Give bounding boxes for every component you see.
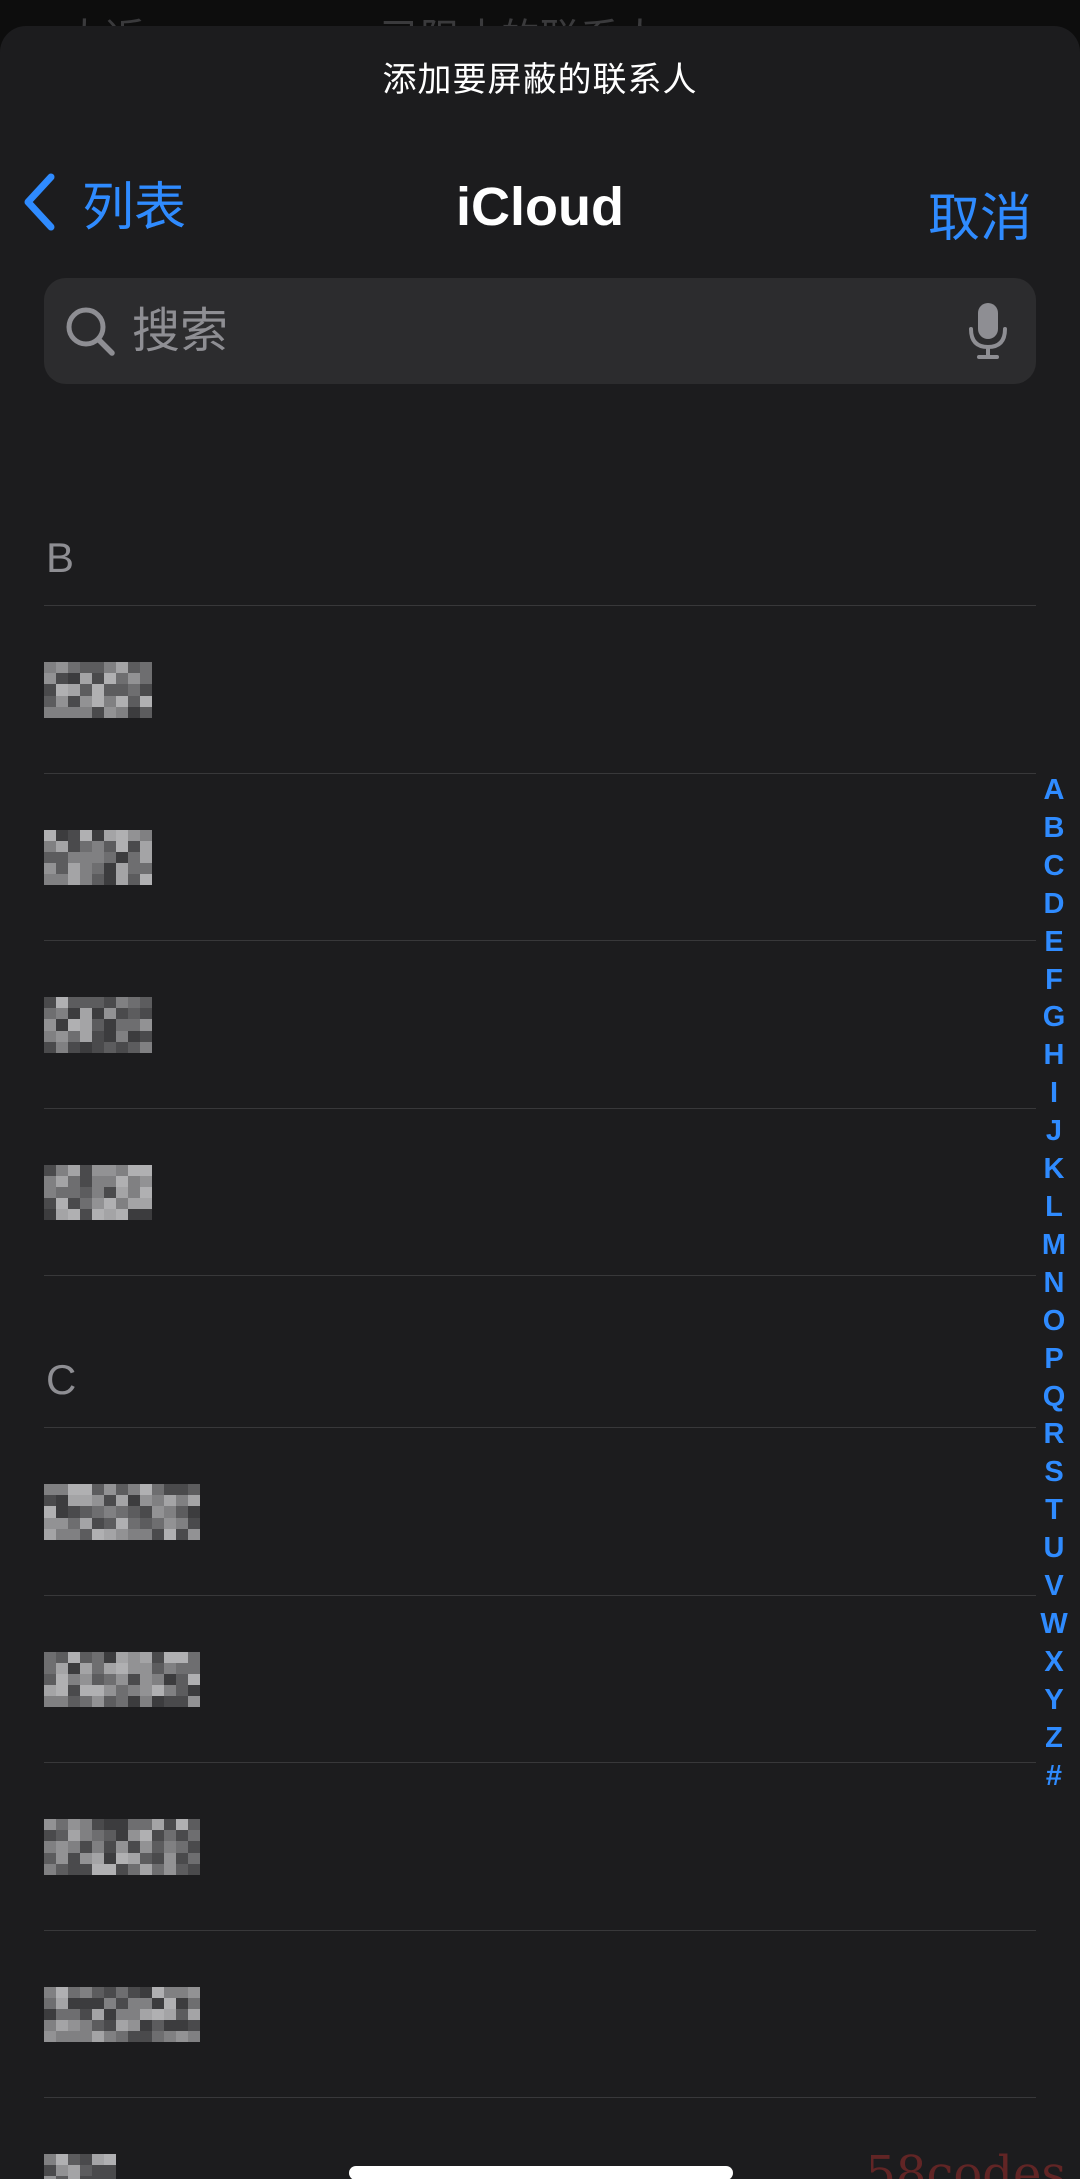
redacted-contact-name [44,662,152,718]
index-letter-q[interactable]: Q [1043,1379,1066,1417]
contact-row[interactable] [0,1596,1080,1764]
index-letter-x[interactable]: X [1044,1644,1063,1682]
section-header-c: C [0,1318,1080,1428]
index-letter-hash[interactable]: # [1046,1758,1062,1796]
page-title: iCloud [456,177,624,237]
index-letter-b[interactable]: B [1044,810,1065,848]
section-header-b: B [0,496,1080,606]
index-letter-v[interactable]: V [1044,1568,1063,1606]
redacted-contact-name [44,1986,200,2043]
section-index[interactable]: A B C D E F G H I J K L M N O P Q R S T U V W X Y Z # [1036,772,1072,1795]
contact-row[interactable] [0,774,1080,942]
index-letter-r[interactable]: R [1044,1416,1065,1454]
index-letter-z[interactable]: Z [1045,1720,1063,1758]
index-letter-c[interactable]: C [1044,848,1065,886]
index-letter-k[interactable]: K [1044,1151,1065,1189]
contact-row[interactable] [0,606,1080,774]
contact-list[interactable]: BC [0,496,1080,2179]
index-letter-u[interactable]: U [1044,1530,1065,1568]
contact-row[interactable] [0,1931,1080,2099]
index-letter-t[interactable]: T [1045,1492,1063,1530]
index-letter-l[interactable]: L [1045,1189,1063,1227]
index-letter-n[interactable]: N [1044,1265,1065,1303]
index-letter-m[interactable]: M [1042,1227,1066,1265]
index-letter-a[interactable]: A [1044,772,1065,810]
cancel-button[interactable]: 取消 [928,176,1032,251]
watermark: 58codes [865,2146,1066,2179]
section-header-label: C [46,1356,77,1403]
section-header-label: B [46,534,75,581]
redacted-contact-name [44,997,152,1053]
search-icon [66,307,115,356]
redacted-contact-name [44,2154,116,2179]
redacted-contact-name [44,1651,200,1708]
contact-row[interactable] [0,1428,1080,1596]
contact-row[interactable] [0,1763,1080,1931]
index-letter-d[interactable]: D [1044,886,1065,924]
index-letter-e[interactable]: E [1044,924,1063,962]
index-letter-o[interactable]: O [1043,1303,1066,1341]
index-letter-j[interactable]: J [1046,1113,1062,1151]
index-letter-f[interactable]: F [1045,962,1063,1000]
contact-picker-sheet: 添加要屏蔽的联系人 列表 iCloud 取消 BC ABCDEFGHIJKLMN… [0,26,1080,2179]
contact-row[interactable] [0,941,1080,1109]
microphone-icon[interactable] [966,301,1010,361]
index-letter-p[interactable]: P [1044,1341,1063,1379]
contact-row[interactable] [0,1109,1080,1277]
redacted-contact-name [44,1819,200,1875]
redacted-contact-name [44,1484,200,1540]
index-letter-g[interactable]: G [1043,999,1066,1037]
redacted-contact-name [44,1164,152,1221]
index-letter-i[interactable]: I [1050,1075,1058,1113]
index-letter-h[interactable]: H [1044,1037,1065,1075]
index-letter-s[interactable]: S [1044,1454,1063,1492]
home-indicator[interactable] [349,2166,733,2179]
index-letter-y[interactable]: Y [1044,1682,1063,1720]
redacted-contact-name [44,829,152,886]
search-input[interactable] [130,290,966,372]
search-bar[interactable] [44,278,1036,384]
index-letter-w[interactable]: W [1040,1606,1067,1644]
sheet-prompt: 添加要屏蔽的联系人 [382,61,698,99]
